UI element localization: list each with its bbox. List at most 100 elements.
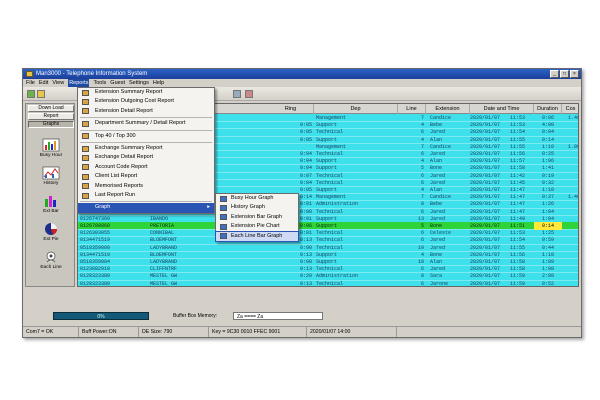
app-icon — [26, 71, 33, 77]
menu-help[interactable]: Help — [153, 79, 164, 87]
reports-menu-item-label: Extension Detail Report — [95, 107, 153, 114]
graph-submenu-item[interactable]: Busy Hour Graph — [216, 194, 298, 203]
reports-menu-item[interactable]: Client List Report — [78, 172, 214, 181]
menu-separator — [80, 129, 212, 131]
graph-submenu-item-label: Busy Hour Graph — [231, 195, 274, 201]
menu-tools[interactable]: Tools — [93, 79, 106, 87]
reports-menu-item-label: Graph — [95, 204, 111, 211]
menu-separator — [80, 117, 212, 119]
cell-ring: 0:13 — [299, 280, 312, 287]
nav-each-line-label: Each Line — [40, 265, 62, 270]
menu-separator — [80, 141, 212, 143]
minimize-button[interactable]: _ — [550, 70, 559, 78]
history-icon — [42, 166, 60, 180]
nav-history[interactable]: History — [34, 166, 68, 186]
menu-guest[interactable]: Guest — [110, 79, 125, 87]
menu-file[interactable]: File — [26, 79, 35, 87]
graphs-button[interactable]: Graphs — [28, 121, 74, 128]
buffer-memory-label: Buffer Box Memory: — [173, 313, 218, 319]
report-icon — [82, 89, 89, 96]
reports-menu-item-label: Account Code Report — [95, 163, 148, 170]
graph-submenu-item-label: Extension Pie Chart — [231, 223, 280, 230]
buffer-memory-field: Za ==== Za — [233, 312, 323, 320]
cell-cos — [562, 280, 578, 286]
reports-menu-item-label: Client List Report — [95, 173, 138, 180]
cell-date: 2020/01/07 — [470, 280, 501, 287]
nav-busy-hour-label: Busy Hour — [39, 153, 63, 158]
menu-settings[interactable]: Settings — [129, 79, 149, 87]
reports-menu-item[interactable]: Exchange Detail Report — [78, 153, 214, 162]
graph-submenu-item-label: Each Line Bar Graph — [231, 232, 283, 239]
col-duration[interactable]: Duration — [534, 104, 562, 114]
ext-pie-icon — [42, 222, 60, 236]
reports-menu-item[interactable]: Extension Detail Report — [78, 107, 214, 116]
menu-bar: File Edit View Reports Tools Guest Setti… — [23, 79, 581, 87]
busy-hour-icon — [42, 138, 60, 152]
download-icon[interactable] — [27, 90, 35, 98]
nav-ext-pie[interactable]: Ext Pie — [34, 222, 68, 242]
col-line[interactable]: Line — [398, 104, 426, 114]
reports-menu-item[interactable]: Graph ▸ — [78, 203, 214, 213]
maximize-button[interactable]: □ — [560, 70, 569, 78]
reports-menu-item[interactable]: Last Report Run — [78, 191, 214, 200]
report-icon — [82, 155, 89, 162]
col-dep[interactable]: Dep — [314, 104, 398, 114]
graph-submenu: Busy Hour Graph History Graph Extension Ba… — [215, 193, 299, 242]
reports-menu: Extension Summary Report Extension Outgoi… — [77, 87, 215, 214]
status-de-size: DE Size: 790 — [139, 327, 209, 337]
reports-menu-item[interactable]: Exchange Summary Report — [78, 144, 214, 153]
cell-time: 11:59 — [510, 280, 526, 287]
menu-edit[interactable]: Edit — [39, 79, 48, 87]
cell-line: 6 — [420, 280, 424, 287]
col-ring[interactable]: Ring — [268, 104, 314, 114]
cell-name: MESTEL GW — [150, 280, 178, 287]
graph-submenu-item-label: History Graph — [231, 204, 265, 211]
graph-icon — [220, 233, 227, 240]
close-button[interactable]: × — [570, 70, 579, 78]
download-button[interactable]: Down Load — [28, 105, 74, 112]
reports-menu-item-label: Department Summary / Detail Report — [95, 120, 186, 127]
nav-ext-bar[interactable]: Ext Bar — [34, 194, 68, 214]
reports-menu-item[interactable]: Top 40 / Top 300 — [78, 132, 214, 141]
reports-menu-item-label: Last Report Run — [95, 191, 136, 198]
graph-submenu-item[interactable]: Each Line Bar Graph — [215, 230, 299, 242]
report-icon — [82, 120, 89, 127]
reports-menu-item-label: Top 40 / Top 300 — [95, 132, 136, 139]
report-icon — [82, 173, 89, 180]
graph-icon — [220, 195, 227, 202]
cell-dep: Technical — [316, 280, 344, 287]
table-row[interactable]: 0128323380 MESTEL GW 0:13 Technical 6 Jarone 2… — [78, 280, 578, 287]
menu-reports[interactable]: Reports — [68, 79, 90, 87]
reports-menu-item-label: Extension Summary Report — [95, 89, 163, 95]
nav-each-line[interactable]: Each Line — [34, 250, 68, 270]
reports-menu-item[interactable]: Memorised Reports — [78, 182, 214, 191]
col-date-time[interactable]: Date and Time — [470, 104, 534, 114]
cell-number: 0128323380 — [80, 280, 111, 287]
title-bar: Man3000 - Telephone Information System _… — [23, 69, 581, 79]
graph-submenu-item[interactable]: Extension Bar Graph — [216, 213, 298, 222]
reports-menu-item[interactable]: Extension Outgoing Cost Report — [78, 97, 214, 106]
progress-bar: 0% — [53, 312, 149, 320]
folder-icon[interactable] — [37, 90, 45, 98]
graph-submenu-item[interactable]: Extension Pie Chart — [216, 222, 298, 231]
report-icon — [82, 133, 89, 140]
reports-menu-item-label: Exchange Detail Report — [95, 154, 154, 161]
reports-menu-item[interactable]: Extension Summary Report — [78, 88, 214, 97]
report-icon — [82, 108, 89, 115]
graph-submenu-item[interactable]: History Graph — [216, 203, 298, 212]
status-key: Key = 9C30 0010 FFEC 9001 — [209, 327, 307, 337]
reports-menu-item-label: Exchange Summary Report — [95, 144, 163, 151]
print-icon[interactable] — [233, 90, 241, 98]
report-button[interactable]: Report — [28, 113, 74, 120]
nav-busy-hour[interactable]: Busy Hour — [34, 138, 68, 158]
reports-menu-item[interactable]: Account Code Report — [78, 163, 214, 172]
col-cos[interactable]: Cos — [562, 104, 578, 114]
status-com: Com7 = OK — [23, 327, 79, 337]
status-bar: Com7 = OK Buff Power:ON DE Size: 790 Key… — [23, 326, 581, 337]
report-icon — [82, 99, 89, 106]
reports-menu-item[interactable]: Department Summary / Detail Report — [78, 119, 214, 128]
menu-view[interactable]: View — [52, 79, 64, 87]
settings-icon[interactable] — [245, 90, 253, 98]
col-extension[interactable]: Extension — [426, 104, 470, 114]
each-line-icon — [42, 250, 60, 264]
